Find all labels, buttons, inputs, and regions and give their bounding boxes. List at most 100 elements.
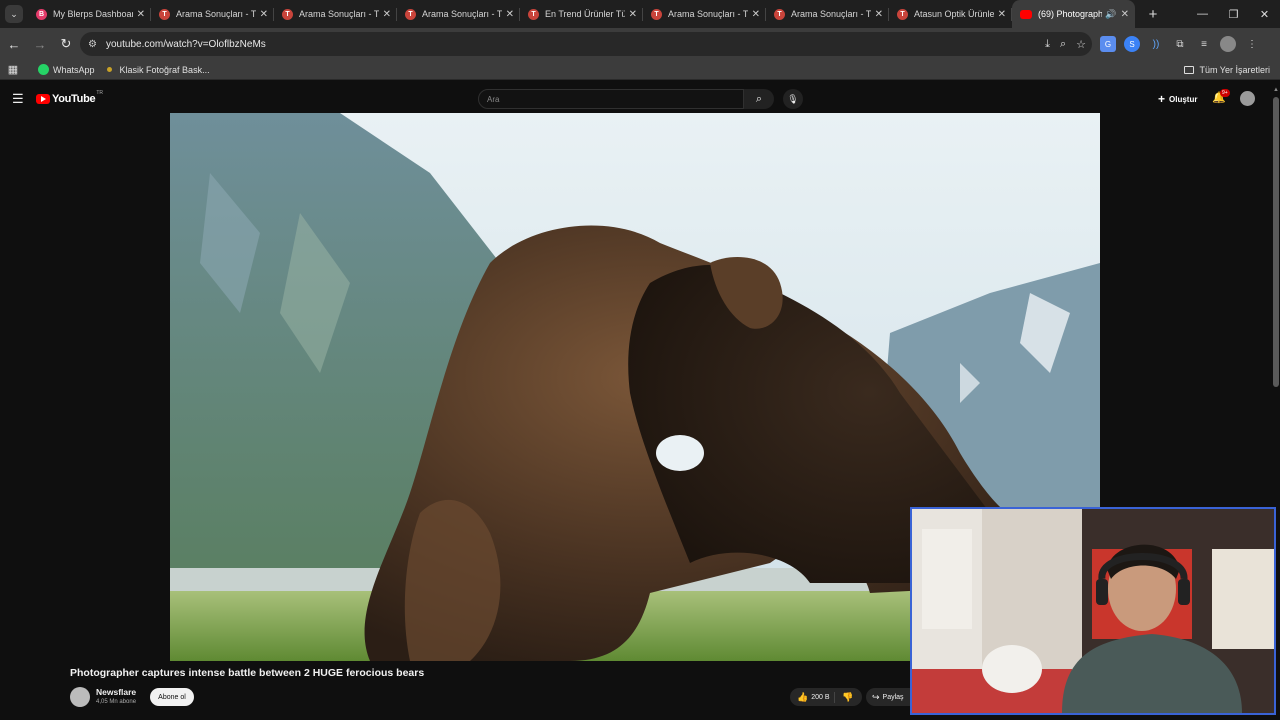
channel-name[interactable]: Newsflare	[96, 687, 136, 697]
bookmark-label: WhatsApp	[53, 64, 95, 75]
voice-search-button[interactable]: 🎙	[783, 89, 803, 109]
scrollbar-thumb[interactable]	[1273, 97, 1279, 387]
tab-title: Atasun Optik Ürünler	[914, 9, 994, 19]
close-icon[interactable]: ✕	[506, 9, 514, 20]
search-result-icon: T	[405, 8, 416, 20]
close-icon[interactable]: ✕	[629, 9, 637, 20]
translate-extension-icon[interactable]: G	[1100, 36, 1116, 52]
thumbs-down-icon: 👎	[842, 691, 854, 702]
tab-title: Arama Sonuçları - Tre	[422, 9, 502, 19]
address-bar[interactable]: ⚙ youtube.com/watch?v=OloflbzNeMs ⤓ ⌕ ☆	[80, 32, 1092, 56]
search-input[interactable]: Ara	[478, 89, 744, 109]
region-code: TR	[96, 90, 103, 96]
dislike-button[interactable]: 👎	[835, 692, 853, 703]
webcam-overlay	[910, 507, 1276, 715]
bookmark-star-icon[interactable]: ☆	[1076, 38, 1086, 51]
bookmark-label: Klasik Fotoğraf Bask...	[119, 64, 210, 75]
tab-title: En Trend Ürünler Türk	[545, 9, 625, 19]
reading-list-icon[interactable]: ≡	[1196, 36, 1212, 52]
browser-tab[interactable]: T Atasun Optik Ürünler ✕	[889, 0, 1012, 28]
dot-icon	[106, 67, 112, 72]
microphone-icon: 🎙	[787, 93, 799, 104]
site-info-icon[interactable]: ⚙	[88, 39, 104, 50]
reload-icon[interactable]: ↻	[54, 32, 78, 56]
audio-extension-icon[interactable]: ))	[1148, 36, 1164, 52]
browser-tab[interactable]: T Arama Sonuçları - Tre ✕	[274, 0, 397, 28]
tab-title: (69) Photographer	[1038, 9, 1103, 19]
close-icon[interactable]: ✕	[137, 9, 145, 20]
webcam-person-image	[912, 509, 1274, 713]
folder-icon	[1184, 66, 1195, 74]
menu-dots-icon[interactable]: ⋮	[1244, 36, 1260, 52]
tab-title: Arama Sonuçları - Tre	[791, 9, 871, 19]
subscribe-button[interactable]: Abone ol	[150, 688, 194, 706]
subscriber-count: 4,05 Mn abone	[96, 699, 137, 705]
search-result-icon: T	[282, 8, 293, 20]
thumbs-up-icon: 👍	[797, 691, 809, 702]
bookmark-klasik[interactable]: Klasik Fotoğraf Bask...	[106, 64, 210, 75]
forward-icon[interactable]: →	[28, 32, 52, 56]
close-icon[interactable]: ✕	[383, 9, 391, 20]
puzzle-icon[interactable]: ⧉	[1172, 36, 1188, 52]
search-result-icon: T	[528, 8, 539, 20]
notification-count-badge: 9+	[1220, 89, 1230, 97]
all-bookmarks[interactable]: Tüm Yer İşaretleri	[1184, 60, 1270, 80]
browser-toolbar: ← → ↻ ⚙ youtube.com/watch?v=OloflbzNeMs …	[0, 28, 1280, 60]
close-window-icon[interactable]: ✕	[1249, 0, 1280, 28]
restore-icon[interactable]: ❐	[1218, 0, 1249, 28]
tab-title: Arama Sonuçları - Tre	[668, 9, 748, 19]
browser-tab[interactable]: B My Blerps Dashboard ✕	[28, 0, 151, 28]
tab-search-button[interactable]: ⌄	[0, 0, 28, 28]
zoom-icon[interactable]: ⌕	[1060, 38, 1066, 51]
close-icon[interactable]: ✕	[752, 9, 760, 20]
channel-avatar[interactable]	[70, 687, 90, 707]
minimize-icon[interactable]: —	[1187, 0, 1218, 28]
tab-title: My Blerps Dashboard	[53, 9, 133, 19]
search-result-icon: T	[159, 8, 170, 20]
back-icon[interactable]: ←	[2, 32, 26, 56]
like-dislike-group: 👍 200 B 👎	[790, 688, 862, 706]
plus-icon: +	[1158, 92, 1166, 106]
bookmark-whatsapp[interactable]: WhatsApp	[38, 64, 95, 75]
close-icon[interactable]: ✕	[875, 9, 883, 20]
like-button[interactable]: 👍 200 B	[790, 691, 835, 703]
youtube-play-icon	[36, 94, 50, 104]
browser-tab[interactable]: T Arama Sonuçları - Tre ✕	[397, 0, 520, 28]
chevron-down-icon: ⌄	[5, 5, 23, 23]
close-icon[interactable]: ✕	[998, 9, 1006, 20]
address-url[interactable]: youtube.com/watch?v=OloflbzNeMs	[106, 39, 266, 50]
apps-grid-icon[interactable]: ▦	[0, 63, 26, 76]
speaker-icon[interactable]: 🔊	[1105, 9, 1116, 20]
share-label: Paylaş	[882, 693, 904, 701]
browser-tab[interactable]: T Arama Sonuçları - Tre ✕	[766, 0, 889, 28]
account-avatar[interactable]	[1240, 91, 1255, 106]
new-tab-button[interactable]: +	[1141, 6, 1165, 23]
close-icon[interactable]: ✕	[1121, 9, 1129, 20]
hamburger-menu-icon[interactable]: ☰	[12, 91, 24, 107]
video-title: Photographer captures intense battle bet…	[70, 667, 425, 679]
search-button[interactable]: ⌕	[744, 89, 774, 109]
create-button[interactable]: + Oluştur	[1158, 92, 1197, 106]
search-result-icon: T	[897, 8, 908, 20]
extensions-area: G S )) ⧉ ≡ ⋮	[1100, 32, 1260, 56]
profile-avatar[interactable]	[1220, 36, 1236, 52]
browser-tab-active[interactable]: (69) Photographer 🔊 ✕	[1012, 0, 1135, 28]
youtube-header: ☰ YouTube TR Ara ⌕ 🎙 + Oluştur 🔔 9+	[0, 85, 1280, 113]
search-result-icon: T	[774, 8, 785, 20]
close-icon[interactable]: ✕	[260, 9, 268, 20]
youtube-wordmark: YouTube	[52, 93, 96, 105]
window-controls: — ❐ ✕	[1187, 0, 1280, 28]
browser-tab[interactable]: T Arama Sonuçları - Tre ✕	[643, 0, 766, 28]
browser-tab[interactable]: T Arama Sonuçları - Tre ✕	[151, 0, 274, 28]
create-label: Oluştur	[1169, 94, 1198, 104]
install-app-icon[interactable]: ⤓	[1045, 38, 1050, 51]
scroll-up-icon[interactable]: ▲	[1273, 87, 1279, 93]
youtube-icon	[1020, 9, 1032, 19]
tab-title: Arama Sonuçları - Tre	[299, 9, 379, 19]
blue-extension-icon[interactable]: S	[1124, 36, 1140, 52]
like-count: 200 B	[811, 693, 830, 701]
browser-tab[interactable]: T En Trend Ürünler Türk ✕	[520, 0, 643, 28]
all-bookmarks-label: Tüm Yer İşaretleri	[1199, 65, 1270, 75]
youtube-logo[interactable]: YouTube TR	[36, 90, 103, 105]
browser-tab-strip: ⌄ B My Blerps Dashboard ✕ T Arama Sonuçl…	[0, 0, 1280, 28]
